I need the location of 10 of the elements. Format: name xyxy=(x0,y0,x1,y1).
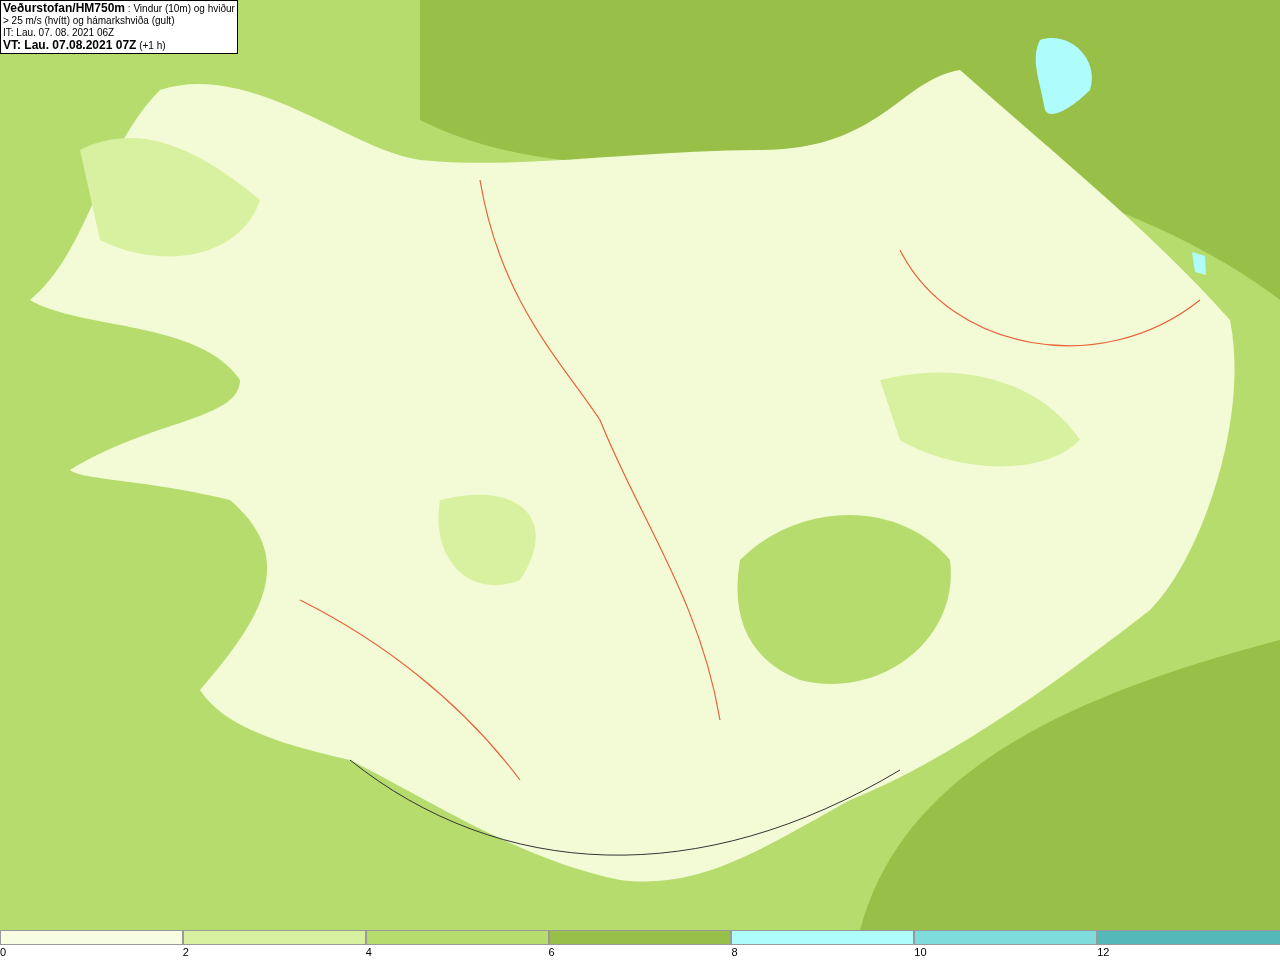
legend-tick-label: 0 xyxy=(0,945,7,960)
legend-tick-label: 6 xyxy=(548,945,555,960)
issue-time: IT: Lau. 07. 08. 2021 06Z xyxy=(3,27,116,39)
legend-tick-label: 12 xyxy=(1097,945,1110,960)
legend-tick-label: 10 xyxy=(914,945,927,960)
map-description: Veðurstofan/HM750m : Vindur (10m) og hviður > 25 m/s (hvítt) og hámarkshviða (gult) xyxy=(3,2,235,27)
legend-tick-label: 8 xyxy=(731,945,738,960)
valid-time: VT: Lau. 07.08.2021 07Z (+1 h) xyxy=(3,39,167,52)
legend-tick-label: 2 xyxy=(182,945,189,960)
legend-tick-label: 4 xyxy=(365,945,372,960)
